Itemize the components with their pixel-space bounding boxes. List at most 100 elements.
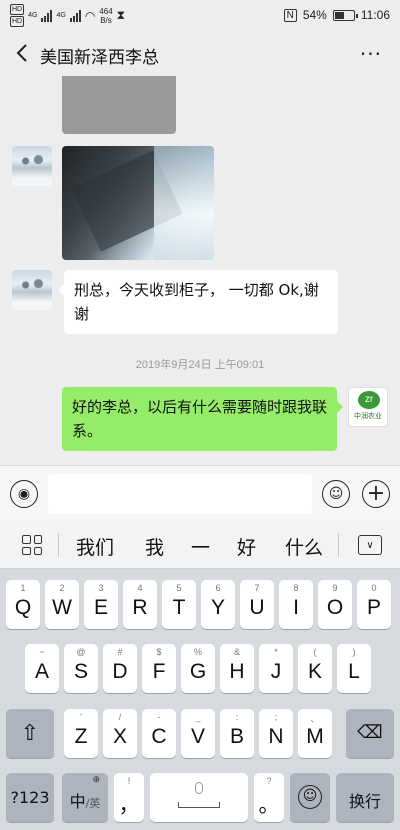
key-d[interactable]: # D [103,644,137,693]
battery-icon [332,9,358,21]
key-label: C [151,725,167,748]
key-v[interactable]: _ V [181,709,215,758]
key-secondary-label: 、 [310,714,320,724]
key-secondary-label: 3 [98,583,104,593]
image-message[interactable] [62,146,214,260]
key-label: B [229,725,244,748]
language-key-label: 中/英 [62,788,108,812]
key-label: D [112,660,128,683]
net-speed-unit: B/s [100,15,112,25]
key-secondary-label: % [193,647,202,657]
key-f[interactable]: $ F [142,644,176,693]
key-h[interactable]: & H [220,644,254,693]
status-left: HD HD 4G 4G ◠ 464 B/s ⧗ [10,4,125,27]
comma-key-main: ， [118,794,140,817]
net-speed-value: 464 [99,6,113,16]
key-label: Q [14,596,32,619]
emoji-key[interactable]: ☺ [290,773,330,822]
backspace-icon: ⌫ [357,722,383,743]
emoji-icon[interactable]: ☺ [322,480,350,508]
key-secondary-label: 7 [254,583,260,593]
menu-grid-icon[interactable] [22,535,42,555]
message-timestamp: 2019年9月24日 上午09:01 [135,359,265,371]
key-y[interactable]: 6Y [201,580,235,629]
key-label: N [268,725,284,748]
key-o[interactable]: 9O [318,580,352,629]
message-bubble-outgoing[interactable]: 好的李总，以后有什么需要随时跟我联系。 [62,387,343,451]
key-q[interactable]: 1Q [6,580,40,629]
key-label: R [132,596,148,619]
voice-icon[interactable]: ◉ [10,480,38,508]
numbers-key-label: ?123 [10,788,50,807]
key-g[interactable]: % G [181,644,215,693]
key-secondary-label: 4 [137,583,143,593]
my-avatar[interactable]: zr 中润农业 [348,387,388,427]
key-c[interactable]: -C [142,709,176,758]
candidate-word[interactable]: 好 [237,533,256,560]
key-secondary-label: 5 [176,583,182,593]
key-t[interactable]: 5T [162,580,196,629]
key-a[interactable]: ~ A [25,644,59,693]
lang-main: 中 [69,792,86,811]
delete-key[interactable]: ⌫ [346,709,394,758]
hourglass-icon: ⧗ [116,8,126,22]
key-label: M [306,725,324,748]
key-label: O [326,596,344,619]
contact-avatar[interactable] [12,270,52,310]
key-label: I [293,596,299,619]
plus-icon[interactable]: + [362,480,390,508]
key-k[interactable]: (K [298,644,332,693]
candidate-word[interactable]: 什么 [285,533,323,560]
key-s[interactable]: @ S [64,644,98,693]
key-b[interactable]: :B [220,709,254,758]
key-j[interactable]: * J [259,644,293,693]
key-secondary-label: ) [352,647,356,657]
language-switch-key[interactable]: ⊕ 中/英 [62,773,108,822]
key-label: V [190,725,205,748]
key-z[interactable]: ' Z [64,709,98,758]
space-key[interactable] [150,773,248,822]
candidate-word[interactable]: 一 [191,533,210,560]
period-key[interactable]: ? 。 [254,773,284,822]
smile-icon: ☺ [298,785,322,809]
key-l[interactable]: ) L [337,644,371,693]
key-p[interactable]: 0P [357,580,391,629]
key-label: P [366,596,381,619]
comma-key[interactable]: ! ， [114,773,144,822]
candidate-word[interactable]: 我们 [76,533,114,560]
enter-key[interactable]: 换行 [336,773,394,822]
numbers-key[interactable]: ?123 [6,773,54,822]
candidate-word[interactable]: 我 [145,533,164,560]
key-w[interactable]: 2W [45,580,79,629]
back-icon[interactable] [12,42,34,64]
key-secondary-label: ; [274,712,278,722]
message-input[interactable] [48,474,312,514]
key-x[interactable]: / X [103,709,137,758]
contact-avatar[interactable] [12,146,52,186]
key-e[interactable]: 3E [84,580,118,629]
key-i[interactable]: 8I [279,580,313,629]
keyboard: 我们 我 一 好 什么 ∨ 1Q2W3E4R5T6Y7U8I9O0P ~ A @ S #… [0,521,400,830]
collapse-keyboard-icon[interactable]: ∨ [358,535,382,555]
key-secondary-label: ' [80,712,82,722]
hd-badge: HD [10,4,25,15]
key-label: Y [210,596,225,619]
key-secondary-label: 2 [59,583,65,593]
key-u[interactable]: 7U [240,580,274,629]
key-secondary-label: $ [156,647,162,657]
key-n[interactable]: ; N [259,709,293,758]
more-icon[interactable]: ··· [360,44,382,64]
shift-key[interactable]: ⇧ [6,709,54,758]
key-r[interactable]: 4R [123,580,157,629]
key-secondary-label: 9 [332,583,338,593]
divider [58,533,59,557]
logo-text: 中润农业 [354,412,382,420]
key-label: Z [74,725,88,748]
message-bubble-incoming[interactable]: 刑总，今天收到柜子， 一切都 Ok,谢谢 [58,270,338,334]
signal-icon [69,9,81,22]
chat-area[interactable]: 刑总，今天收到柜子， 一切都 Ok,谢谢 2019年9月24日 上午09:01 … [0,76,400,465]
key-secondary-label: @ [76,647,86,657]
key-label: J [270,660,282,683]
image-message-partial[interactable] [62,76,176,134]
key-m[interactable]: 、 M [298,709,332,758]
